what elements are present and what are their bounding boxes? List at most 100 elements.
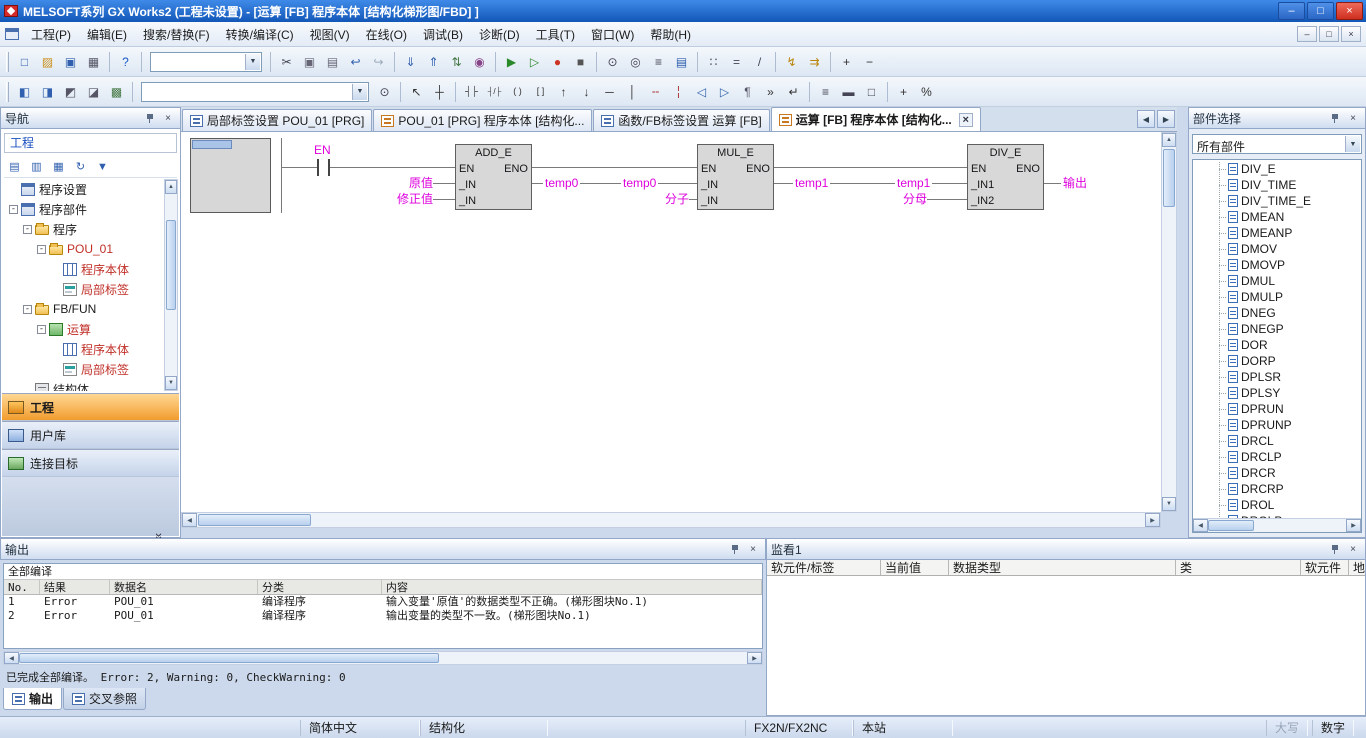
tree-item-POU_01[interactable]: -POU_01 (3, 239, 165, 259)
scrollbar-thumb[interactable] (1163, 149, 1175, 207)
zoom-button[interactable]: + (892, 80, 915, 104)
zoom-ratio-button[interactable]: % (915, 80, 938, 104)
bottom-tab-1[interactable]: 交叉参照 (63, 688, 146, 710)
tree-item-局部标签[interactable]: 局部标签 (3, 359, 165, 379)
tree-item-结构体[interactable]: 结构体 (3, 379, 165, 391)
ladder-block-list-button[interactable]: ≡ (814, 80, 837, 104)
tree-item-FB/FUN[interactable]: -FB/FUN (3, 299, 165, 319)
tree-item-程序设置[interactable]: 程序设置 (3, 179, 165, 199)
watch-window-button[interactable]: ◪ (82, 80, 105, 104)
help-button[interactable]: ? (114, 50, 137, 74)
close-contact-button[interactable]: ┤/├ (483, 80, 506, 104)
scroll-right-icon[interactable]: ▶ (1346, 519, 1361, 532)
fbd-variable-label[interactable]: temp0 (621, 176, 658, 190)
fbd-variable-label[interactable]: temp1 (895, 176, 932, 190)
scroll-left-icon[interactable]: ◀ (182, 513, 197, 527)
bottom-tab-0[interactable]: 输出 (3, 688, 62, 710)
save-project-button[interactable]: ▣ (59, 50, 82, 74)
statement-display-button[interactable]: = (725, 50, 748, 74)
editor-tab-3[interactable]: 运算 [FB] 程序本体 [结构化...× (771, 107, 981, 131)
tree-expander-icon[interactable]: - (23, 305, 32, 314)
ladder-block-header[interactable] (190, 138, 271, 213)
child-close-button[interactable]: × (1341, 26, 1361, 42)
output-horizontal-scrollbar[interactable]: ◀ ▶ (3, 651, 763, 665)
output-window-button[interactable]: ◩ (59, 80, 82, 104)
pin-icon[interactable] (727, 542, 743, 557)
pin-icon[interactable] (1327, 542, 1343, 557)
refresh-button[interactable]: ↻ (70, 157, 91, 176)
note-display-button[interactable]: / (748, 50, 771, 74)
sort-button[interactable]: ▤ (4, 157, 25, 176)
menu-item-3[interactable]: 转换/编译(C) (218, 23, 302, 46)
interconnect-mode-button[interactable]: ┼ (428, 80, 451, 104)
cross-reference-button[interactable]: ≡ (647, 50, 670, 74)
window-operation-combo[interactable]: ▼ (150, 52, 262, 72)
maximize-button[interactable]: □ (1307, 2, 1334, 20)
convert-all-button[interactable]: ⇉ (803, 50, 826, 74)
find-button[interactable]: ◎ (624, 50, 647, 74)
editor-tab-1[interactable]: POU_01 [PRG] 程序本体 [结构化... (373, 109, 592, 131)
watch-table[interactable]: 软元件/标签当前值数据类型类软元件地 (766, 560, 1366, 716)
undo-button[interactable]: ↩ (344, 50, 367, 74)
tree-expander-icon[interactable]: - (37, 325, 46, 334)
tab-scroll-right-icon[interactable]: ▶ (1157, 110, 1175, 128)
scrollbar-thumb[interactable] (19, 653, 439, 663)
child-restore-button[interactable]: □ (1319, 26, 1339, 42)
editor-tab-0[interactable]: 局部标签设置 POU_01 [PRG] (182, 109, 372, 131)
parts-filter-dropdown[interactable]: 所有部件 ▼ (1192, 134, 1362, 154)
all-device-display-button[interactable]: □ (860, 80, 883, 104)
navigation-window-button[interactable]: ◧ (13, 80, 36, 104)
return-button[interactable]: ↵ (782, 80, 805, 104)
tree-item-局部标签[interactable]: 局部标签 (3, 279, 165, 299)
fbd-variable-label[interactable]: 原值 (389, 176, 433, 190)
close-icon[interactable]: × (745, 542, 761, 557)
tree-expander-icon[interactable]: - (23, 225, 32, 234)
tab-scroll-left-icon[interactable]: ◀ (1137, 110, 1155, 128)
new-project-button[interactable]: □ (13, 50, 36, 74)
cut-button[interactable]: ✂ (275, 50, 298, 74)
menu-item-2[interactable]: 搜索/替换(F) (135, 23, 218, 46)
tree-item-程序本体[interactable]: 程序本体 (3, 259, 165, 279)
menu-item-6[interactable]: 调试(B) (415, 23, 471, 46)
scroll-right-icon[interactable]: ▶ (747, 652, 762, 664)
scroll-left-icon[interactable]: ◀ (4, 652, 19, 664)
write-to-plc-button[interactable]: ⇓ (399, 50, 422, 74)
horizontal-line-button[interactable]: ─ (598, 80, 621, 104)
view-button-lib[interactable]: 用户库 (2, 421, 179, 449)
monitor-mode-button[interactable]: ▶ (500, 50, 523, 74)
menu-item-5[interactable]: 在线(O) (358, 23, 415, 46)
fbd-variable-label[interactable]: temp0 (543, 176, 580, 190)
docking-window-layout-button[interactable]: ▩ (105, 80, 128, 104)
fbd-block-add-e[interactable]: ADD_E ENENO _IN _IN (455, 144, 532, 210)
device-batch-replace-button[interactable]: ⊙ (601, 50, 624, 74)
close-button[interactable]: × (1336, 2, 1363, 20)
scrollbar-thumb[interactable] (166, 220, 176, 310)
display-setting-button[interactable]: ▥ (26, 157, 47, 176)
menu-item-8[interactable]: 工具(T) (528, 23, 583, 46)
pin-icon[interactable] (142, 111, 158, 126)
view-button-conn[interactable]: 连接目标 (2, 449, 179, 477)
filter-button[interactable]: ▼ (92, 157, 113, 176)
close-icon[interactable]: × (1345, 111, 1361, 126)
tree-item-程序部件[interactable]: -程序部件 (3, 199, 165, 219)
paste-button[interactable]: ▤ (321, 50, 344, 74)
fbd-variable-label[interactable]: 输出 (1063, 176, 1087, 190)
rising-pulse-button[interactable]: ↑ (552, 80, 575, 104)
fbd-block-div-e[interactable]: DIV_E ENENO _IN1 _IN2 (967, 144, 1044, 210)
vertical-line-button[interactable]: │ (621, 80, 644, 104)
expand-collapse-button[interactable]: ▦ (48, 157, 69, 176)
find-string-combo[interactable]: ▼ (141, 82, 369, 102)
coil-button[interactable]: ( ) (506, 80, 529, 104)
child-minimize-button[interactable]: – (1297, 26, 1317, 42)
find-next-button[interactable]: ⊙ (373, 80, 396, 104)
device-display-button[interactable]: ▬ (837, 80, 860, 104)
tree-item-运算[interactable]: -运算 (3, 319, 165, 339)
falling-pulse-button[interactable]: ↓ (575, 80, 598, 104)
view-button-project[interactable]: 工程 (2, 393, 179, 421)
device-list-button[interactable]: ▤ (670, 50, 693, 74)
tree-expander-icon[interactable]: - (9, 205, 18, 214)
close-icon[interactable]: × (160, 111, 176, 126)
output-error-row[interactable]: 1ErrorPOU_01编译程序输入变量'原值'的数据类型不正确。(梯形图块No… (4, 595, 762, 609)
chevron-down-icon[interactable]: ▼ (245, 54, 260, 70)
output-label-button[interactable]: ▷ (713, 80, 736, 104)
